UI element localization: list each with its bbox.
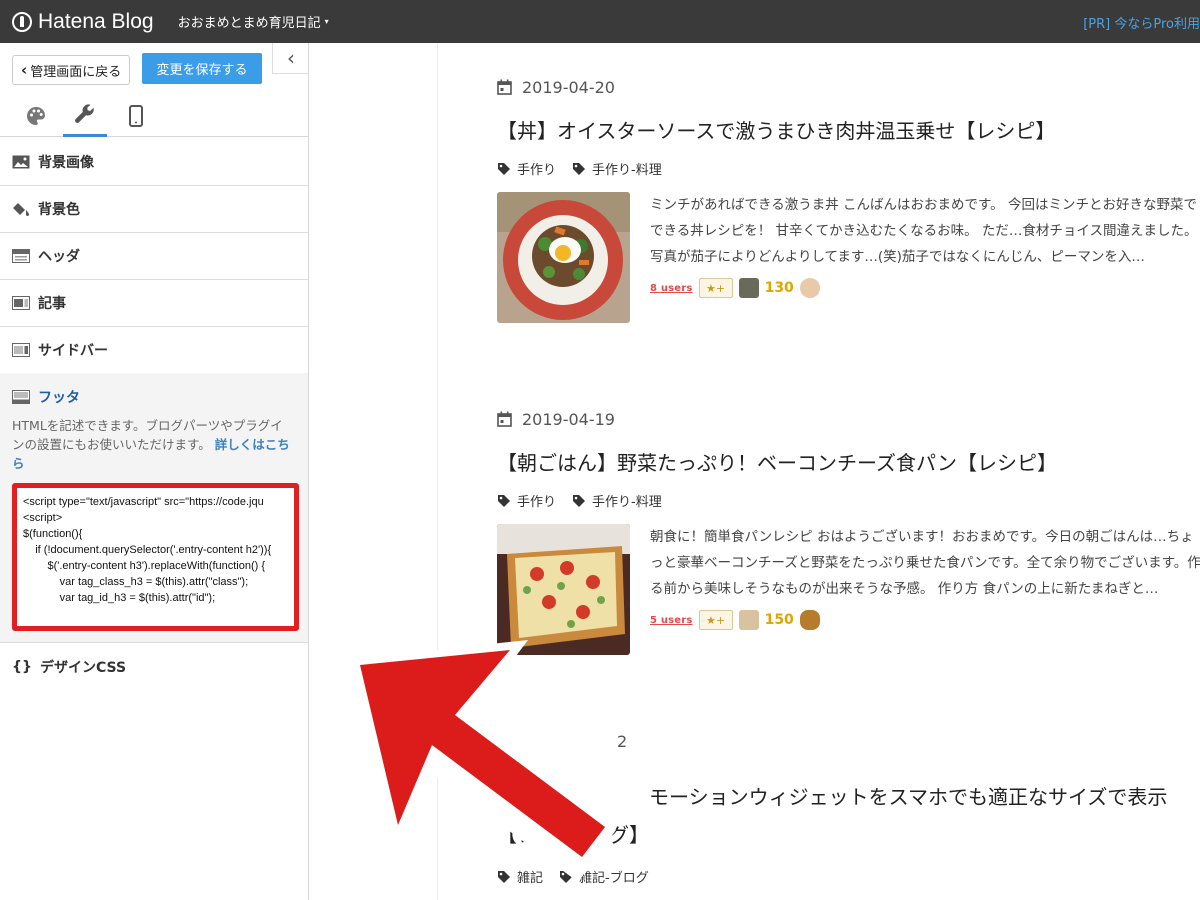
red-arrow-annotation	[343, 640, 616, 882]
app-window: Hatena Blog おおまめとまめ育児日記 ▾ [PR] 今ならPro利用 …	[0, 0, 1200, 900]
